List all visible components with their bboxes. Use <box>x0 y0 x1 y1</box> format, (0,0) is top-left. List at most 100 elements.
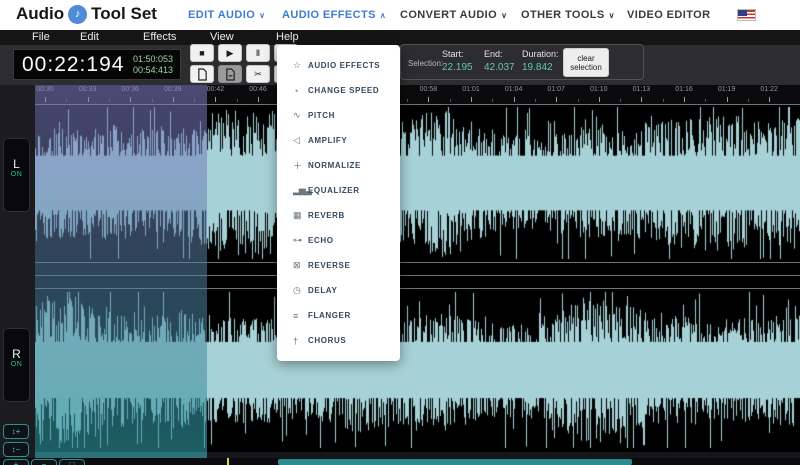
ruler-label: 01:22 <box>760 86 778 93</box>
ruler-major-tick <box>471 97 472 102</box>
equalizer-bars-icon: ▂▅▃ <box>293 185 312 195</box>
ruler-major-tick <box>428 97 430 102</box>
nav-convert-audio[interactable]: CONVERT AUDIO ∨ <box>400 9 507 21</box>
menu-item-audio-effects[interactable]: ☆ AUDIO EFFECTS <box>277 53 400 78</box>
play-button[interactable]: ▶ <box>218 44 242 62</box>
ruler-major-tick <box>641 97 643 102</box>
ruler-label: 01:01 <box>462 86 480 93</box>
menu-item-echo[interactable]: ⊶ ECHO <box>277 228 400 253</box>
zoom-fit-button[interactable]: □ <box>59 459 85 465</box>
person-icon: † <box>293 335 298 346</box>
h-zoom-out-button[interactable]: − <box>31 459 57 465</box>
left-channel-toggle[interactable]: L ON <box>3 138 30 212</box>
menu-view[interactable]: View <box>210 31 234 43</box>
ruler-minor-tick <box>747 99 749 102</box>
ruler-major-tick <box>726 97 728 102</box>
nav-edit-audio[interactable]: EDIT AUDIO ∨ <box>188 9 265 21</box>
reverse-icon: ⊠ <box>293 260 301 270</box>
ruler-minor-tick <box>662 99 664 102</box>
right-channel-toggle[interactable]: R ON <box>3 328 30 402</box>
selection-start: Start: 22.195 <box>442 49 486 73</box>
total-time: 01:50:053 <box>132 53 173 64</box>
pause-icon: Ⅱ <box>255 47 261 58</box>
bottom-toolbar: + − □ <box>0 458 800 465</box>
music-note-icon: ♪ <box>68 4 88 24</box>
cut-button[interactable]: ✂ <box>246 65 270 83</box>
menu-item-equalizer[interactable]: ▂▅▃ EQUALIZER <box>277 178 400 203</box>
menu-item-normalize[interactable]: ＋ NORMALIZE <box>277 153 400 178</box>
menu-item-delay[interactable]: ◷ DELAY <box>277 278 400 303</box>
ruler-minor-tick <box>449 99 451 102</box>
selection-duration: Duration: 19.842 <box>522 49 566 73</box>
menu-file[interactable]: File <box>32 31 50 43</box>
plus-icon: ＋ <box>293 161 302 171</box>
ruler-label: 00:58 <box>419 86 438 93</box>
vertical-zoom-in-button[interactable]: ↕+ <box>3 424 29 439</box>
ruler-major-tick <box>684 97 685 102</box>
right-channel-status: ON <box>10 361 23 368</box>
scissors-icon: ✂ <box>254 68 262 79</box>
menu-item-chorus[interactable]: † CHORUS <box>277 328 400 353</box>
ruler-major-tick <box>769 97 771 102</box>
selection-info-panel: Selection: Start: 22.195 End: 42.037 Dur… <box>400 44 644 80</box>
ruler-label: 01:07 <box>547 86 565 93</box>
menu-edit[interactable]: Edit <box>80 31 99 43</box>
grid-icon: ▦ <box>293 210 302 220</box>
left-channel-status: ON <box>10 171 23 178</box>
ruler-label: 01:13 <box>632 86 651 93</box>
site-header: Audio ♪ Tool Set EDIT AUDIO ∨ AUDIO EFFEC… <box>0 0 800 30</box>
logo-text-audio: Audio <box>16 4 65 23</box>
vertical-zoom-out-button[interactable]: ↕− <box>3 442 29 457</box>
audio-effects-dropdown: ☆ AUDIO EFFECTS ◔ CHANGE SPEED ∿ PITCH ◁… <box>277 45 400 361</box>
channel-sidebar: L ON R ON ↕+ ↕− <box>0 85 35 465</box>
audio-editor-window: Audio ♪ Tool Set EDIT AUDIO ∨ AUDIO EFFEC… <box>0 0 800 465</box>
nav-other-tools[interactable]: OTHER TOOLS ∨ <box>521 9 615 21</box>
echo-icon: ⊶ <box>293 235 302 245</box>
ruler-minor-tick <box>407 99 409 102</box>
menu-item-pitch[interactable]: ∿ PITCH <box>277 103 400 128</box>
time-display: 00:22:194 01:50:053 00:54:413 <box>13 49 181 80</box>
ruler-major-tick <box>556 97 558 102</box>
horizontal-scrollbar[interactable] <box>278 459 632 465</box>
menu-item-flanger[interactable]: ≡ FLANGER <box>277 303 400 328</box>
chevron-down-icon: ∨ <box>608 11 615 20</box>
ruler-minor-tick <box>620 99 622 102</box>
language-flag-icon[interactable] <box>737 9 756 21</box>
h-zoom-in-button[interactable]: + <box>3 459 29 465</box>
new-file-button[interactable] <box>190 65 214 83</box>
selection-overlay[interactable] <box>35 85 207 452</box>
menu-item-reverb[interactable]: ▦ REVERB <box>277 203 400 228</box>
stop-button[interactable]: ■ <box>190 44 214 62</box>
flag-canton <box>738 10 747 16</box>
menu-item-change-speed[interactable]: ◔ CHANGE SPEED <box>277 78 400 103</box>
current-time: 00:22:194 <box>22 52 125 76</box>
ruler-label: 01:19 <box>717 86 736 93</box>
selection-start-value: 22.195 <box>442 62 473 73</box>
logo-text-toolset: Tool Set <box>91 4 157 23</box>
file-icon <box>197 67 207 81</box>
nav-video-editor[interactable]: VIDEO EDITOR <box>627 9 710 21</box>
ruler-minor-tick <box>236 99 238 102</box>
ruler-major-tick <box>215 97 217 102</box>
sine-wave-icon: ∿ <box>293 110 301 120</box>
ruler-label: 00:46 <box>249 86 267 93</box>
nav-audio-effects[interactable]: AUDIO EFFECTS ∧ <box>282 9 386 21</box>
file-minus-icon <box>225 67 235 81</box>
ruler-major-tick <box>258 97 259 102</box>
app-logo[interactable]: Audio ♪ Tool Set <box>16 4 157 24</box>
ruler-minor-tick <box>705 99 707 102</box>
ruler-label: 01:10 <box>590 86 608 93</box>
menu-help[interactable]: Help <box>276 31 299 43</box>
speedometer-icon: ◔ <box>293 85 298 96</box>
clear-selection-button[interactable]: clear selection <box>563 48 609 77</box>
ruler-minor-tick <box>534 99 536 102</box>
selection-duration-value: 19.842 <box>522 62 553 73</box>
menu-effects[interactable]: Effects <box>143 31 176 43</box>
chevron-down-icon: ∨ <box>501 11 508 20</box>
menu-item-reverse[interactable]: ⊠ REVERSE <box>277 253 400 278</box>
menu-item-amplify[interactable]: ◁ AMPLIFY <box>277 128 400 153</box>
trim-file-button[interactable] <box>218 65 242 83</box>
layers-icon: ≡ <box>293 310 298 321</box>
speaker-icon: ◁ <box>293 135 300 145</box>
pause-button[interactable]: Ⅱ <box>246 44 270 62</box>
